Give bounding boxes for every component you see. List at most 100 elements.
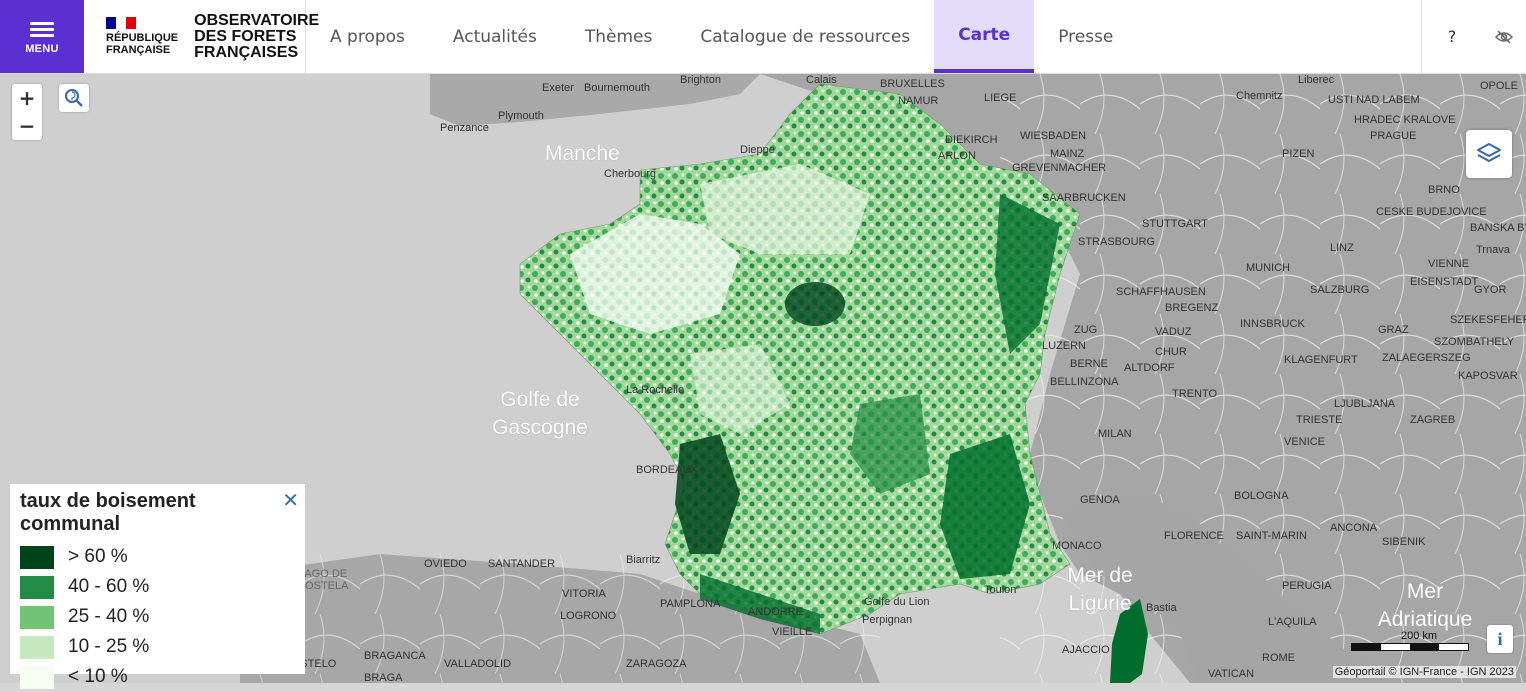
city-label: SIBENIK: [1382, 536, 1426, 548]
city-label: LUZERN: [1042, 340, 1087, 352]
city-label: WIESBADEN: [1020, 130, 1087, 142]
city-label: VATICAN: [1208, 668, 1255, 680]
legend-swatch: [20, 635, 54, 659]
city-label: ZAGREB: [1410, 414, 1456, 426]
city-label: Brighton: [680, 74, 721, 86]
city-label: DIEKIRCH: [945, 134, 998, 146]
legend-item-label: 10 - 25 %: [68, 636, 150, 657]
layers-icon: [1477, 143, 1501, 162]
menu-label: MENU: [25, 42, 59, 55]
city-label: LOGRONO: [560, 610, 617, 622]
hide-eye-button[interactable]: [1482, 0, 1526, 73]
city-label: Bournemouth: [584, 82, 651, 94]
city-label: BANSKA BYSTRICA: [1470, 222, 1526, 234]
zoom-control: + −: [12, 84, 42, 140]
nav-presse[interactable]: Presse: [1034, 0, 1137, 73]
city-label: BELLINZONA: [1050, 376, 1119, 388]
site-title-line1: OBSERVATOIRE: [194, 11, 320, 29]
city-label: MUNICH: [1246, 262, 1290, 274]
site-title-line2: DES FORETS: [194, 27, 297, 45]
city-label: LJUBLJANA: [1334, 398, 1396, 410]
city-label: Plymouth: [498, 110, 544, 122]
city-label: ZUG: [1074, 324, 1098, 336]
city-label: BORDEAUX: [636, 464, 698, 476]
sea-label-manche: Manche: [545, 142, 620, 165]
city-label: INNSBRUCK: [1240, 318, 1305, 330]
map-attribution[interactable]: Géoportail © IGN-France - IGN 2023: [1332, 666, 1516, 678]
info-button[interactable]: i: [1487, 625, 1513, 653]
city-label: BRUXELLES: [880, 78, 945, 90]
city-label: Dieppe: [740, 144, 775, 156]
city-label: GYOR: [1474, 284, 1507, 296]
search-location-button[interactable]: [59, 84, 89, 112]
city-label: Chemnitz: [1236, 90, 1283, 102]
city-label: CESKE BUDEJOVICE: [1376, 206, 1487, 218]
city-label: CHUR: [1155, 346, 1187, 358]
city-label: USTI NAD LABEM: [1328, 94, 1420, 106]
nav-themes[interactable]: Thèmes: [561, 0, 677, 73]
city-label: SAARBRUCKEN: [1042, 192, 1126, 204]
legend-item: 40 - 60 %: [20, 572, 295, 602]
city-label: Trnava: [1476, 244, 1510, 256]
city-label: MAINZ: [1050, 148, 1085, 160]
city-label: PAMPLONA: [660, 598, 721, 610]
help-button[interactable]: ?: [1421, 0, 1482, 73]
search-location-icon: [65, 89, 83, 107]
city-label: OPOLE: [1480, 80, 1518, 92]
nav-catalogue[interactable]: Catalogue de ressources: [676, 0, 934, 73]
republique-line2: FRANÇAISE: [106, 44, 171, 56]
city-label: AJACCIO: [1062, 644, 1110, 656]
legend-swatch: [20, 605, 54, 629]
eye-off-icon: [1495, 29, 1513, 44]
city-label: VIEILLE: [772, 626, 813, 638]
header-tools: ?: [1421, 0, 1526, 73]
zoom-in-button[interactable]: +: [12, 84, 42, 112]
city-label: Biarritz: [626, 554, 661, 566]
city-label: LIEGE: [984, 92, 1017, 104]
sea-label-golfe-gascogne: Golfe de Gascogne: [492, 388, 588, 439]
legend-item: 25 - 40 %: [20, 602, 295, 632]
legend-item-label: 40 - 60 %: [68, 576, 150, 597]
city-label: STUTTGART: [1142, 218, 1208, 230]
main-nav: A propos Actualités Thèmes Catalogue de …: [306, 0, 1421, 73]
legend-swatch: [20, 545, 54, 569]
city-label: ANDORRE: [748, 606, 804, 618]
city-label: GENOA: [1080, 494, 1120, 506]
city-label: FLORENCE: [1164, 530, 1224, 542]
city-label: BRAGA: [364, 672, 403, 683]
legend-close-icon[interactable]: ✕: [282, 488, 299, 512]
city-label: BRAGANCA: [364, 650, 426, 662]
city-label: HRADEC KRALOVE: [1354, 114, 1456, 126]
city-label: VITORIA: [562, 588, 606, 600]
city-label: ZALAEGERSZEG: [1382, 352, 1471, 364]
zoom-out-button[interactable]: −: [12, 112, 42, 140]
city-label: PIZEN: [1282, 148, 1315, 160]
legend-item-label: < 10 %: [68, 666, 128, 687]
city-label: GREVENMACHER: [1012, 162, 1107, 174]
city-label: Bastia: [1146, 602, 1177, 614]
map-scale: 200 km: [1351, 630, 1469, 651]
city-label: ARLON: [938, 150, 976, 162]
sea-label-mer-ligurie: Mer de Ligurie: [1067, 564, 1133, 615]
city-label: ALTDORF: [1124, 362, 1175, 374]
layers-button[interactable]: [1466, 130, 1512, 178]
legend-title: taux de boisement communal: [20, 490, 196, 535]
site-title: OBSERVATOIRE DES FORETS FRANÇAISES: [194, 11, 320, 61]
site-header: MENU RÉPUBLIQUE FRANÇAISE OBSERVATOIRE D…: [0, 0, 1526, 74]
city-label: Perpignan: [862, 614, 913, 626]
city-label: Liberec: [1298, 74, 1335, 86]
city-label: BERNE: [1070, 358, 1108, 370]
legend-item: < 10 %: [20, 662, 295, 692]
nav-carte[interactable]: Carte: [934, 0, 1035, 73]
city-label: BRNO: [1428, 184, 1460, 196]
nav-actualites[interactable]: Actualités: [429, 0, 561, 73]
city-label: SZOMBATHELY: [1434, 336, 1515, 348]
city-label: STRASBOURG: [1078, 236, 1156, 248]
menu-button[interactable]: MENU: [0, 0, 84, 73]
scale-bar: [1351, 643, 1469, 651]
legend-item: > 60 %: [20, 542, 295, 572]
nav-a-propos[interactable]: A propos: [306, 0, 429, 73]
site-brand[interactable]: RÉPUBLIQUE FRANÇAISE OBSERVATOIRE DES FO…: [84, 0, 319, 73]
city-label: VIENNE: [1428, 258, 1469, 270]
city-label: KAPOSVAR: [1458, 370, 1518, 382]
